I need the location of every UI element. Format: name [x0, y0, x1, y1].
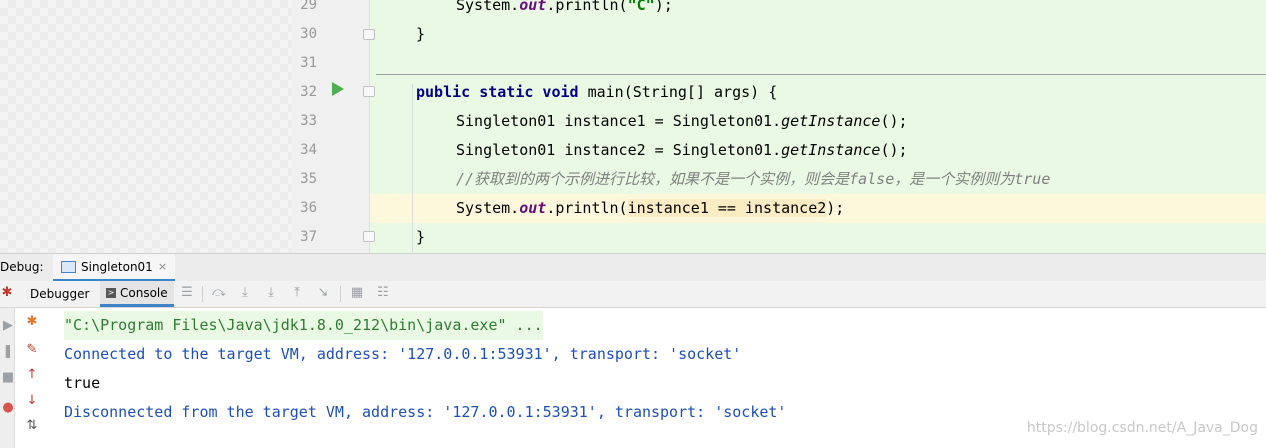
- code-line: 35 //获取到的两个示例进行比较，如果不是一个实例，则会是false，是一个实…: [292, 165, 1266, 194]
- left-background: [0, 0, 292, 253]
- line-number: 29: [300, 0, 317, 13]
- sort-icon[interactable]: ⇅: [24, 418, 40, 434]
- menu-icon[interactable]: ☰: [180, 286, 194, 300]
- line-number: 36: [300, 200, 317, 216]
- tab-singleton01[interactable]: Singleton01 ×: [53, 254, 176, 282]
- restart-icon[interactable]: ✱: [24, 314, 40, 330]
- code-line: 31: [292, 49, 1266, 78]
- code-text: public static void main(String[] args) {: [416, 83, 778, 101]
- line-number: 30: [300, 26, 317, 42]
- code-text: System.out.println(instance1 == instance…: [456, 199, 845, 217]
- code-text: }: [416, 25, 426, 43]
- line-number: 37: [300, 229, 317, 245]
- bug-icon: ✱: [1, 285, 13, 300]
- close-icon[interactable]: ×: [158, 260, 167, 273]
- code-line: 33 Singleton01 instance1 = Singleton01.g…: [292, 107, 1266, 136]
- line-number: 31: [300, 55, 317, 71]
- clear-icon[interactable]: ✎: [24, 342, 40, 358]
- highlighted-expression: instance1 == instance2: [627, 199, 827, 217]
- force-step-into-icon[interactable]: ⤓: [264, 286, 278, 300]
- code-comment: //获取到的两个示例进行比较，如果不是一个实例，则会是false，是一个实例则为…: [456, 170, 1051, 188]
- code-line: 34 Singleton01 instance2 = Singleton01.g…: [292, 136, 1266, 165]
- app-window-icon: [61, 260, 76, 273]
- run-to-cursor-icon[interactable]: ↘: [316, 286, 330, 300]
- tab-label: Singleton01: [81, 259, 153, 274]
- up-arrow-icon[interactable]: ↑: [24, 367, 40, 383]
- line-number: 32: [300, 84, 317, 100]
- code-text: System.out.println("C");: [456, 0, 673, 14]
- code-text: Singleton01 instance1 = Singleton01.getI…: [456, 112, 908, 130]
- console-disconnected-line: Disconnected from the target VM, address…: [64, 403, 787, 421]
- code-line-current: 36 System.out.println(instance1 == insta…: [292, 194, 1266, 223]
- trace-icon[interactable]: ☷: [376, 286, 390, 300]
- evaluate-expression-icon[interactable]: ▦: [350, 286, 364, 300]
- line-number: 34: [300, 142, 317, 158]
- down-arrow-icon[interactable]: ↓: [24, 393, 40, 409]
- step-over-icon[interactable]: ⤼: [212, 286, 226, 300]
- code-text: }: [416, 228, 426, 246]
- code-line: 30 }: [292, 20, 1266, 49]
- breakpoints-icon[interactable]: ●: [0, 400, 16, 416]
- step-out-icon[interactable]: ⤒: [290, 286, 304, 300]
- tab-debugger[interactable]: Debugger: [24, 281, 95, 307]
- console-output-line: true: [64, 374, 101, 392]
- watermark: https://blog.csdn.net/A_Java_Dog: [1026, 420, 1258, 436]
- debug-session-bar: Debug: Singleton01 ×: [0, 253, 1266, 282]
- resume-icon[interactable]: ▶: [0, 318, 16, 334]
- code-line: 29 System.out.println("C");: [292, 0, 1266, 20]
- line-number: 35: [300, 171, 317, 187]
- tab-label: Debugger: [30, 287, 90, 301]
- step-into-icon[interactable]: ⤓: [238, 286, 252, 300]
- tab-console[interactable]: > Console: [100, 281, 174, 307]
- console-connected-line: Connected to the target VM, address: '12…: [64, 345, 742, 363]
- pause-icon[interactable]: ❚: [0, 344, 16, 360]
- toolbar-divider: [202, 286, 203, 302]
- tab-label: Console: [120, 285, 168, 300]
- code-line: 37 }: [292, 223, 1266, 252]
- debug-toolbar: ✱ Debugger > Console ☰ ⤼ ⤓ ⤓ ⤒ ↘ ▦ ☷: [0, 281, 1266, 308]
- code-line: 32 public static void main(String[] args…: [292, 78, 1266, 107]
- stop-icon[interactable]: ■: [0, 370, 16, 386]
- debug-label: Debug:: [0, 260, 44, 274]
- code-text: Singleton01 instance2 = Singleton01.getI…: [456, 141, 908, 159]
- line-number: 33: [300, 113, 317, 129]
- toolbar-divider: [340, 286, 341, 302]
- console-command-line: "C:\Program Files\Java\jdk1.8.0_212\bin\…: [64, 311, 543, 340]
- console-icon: >: [106, 287, 116, 298]
